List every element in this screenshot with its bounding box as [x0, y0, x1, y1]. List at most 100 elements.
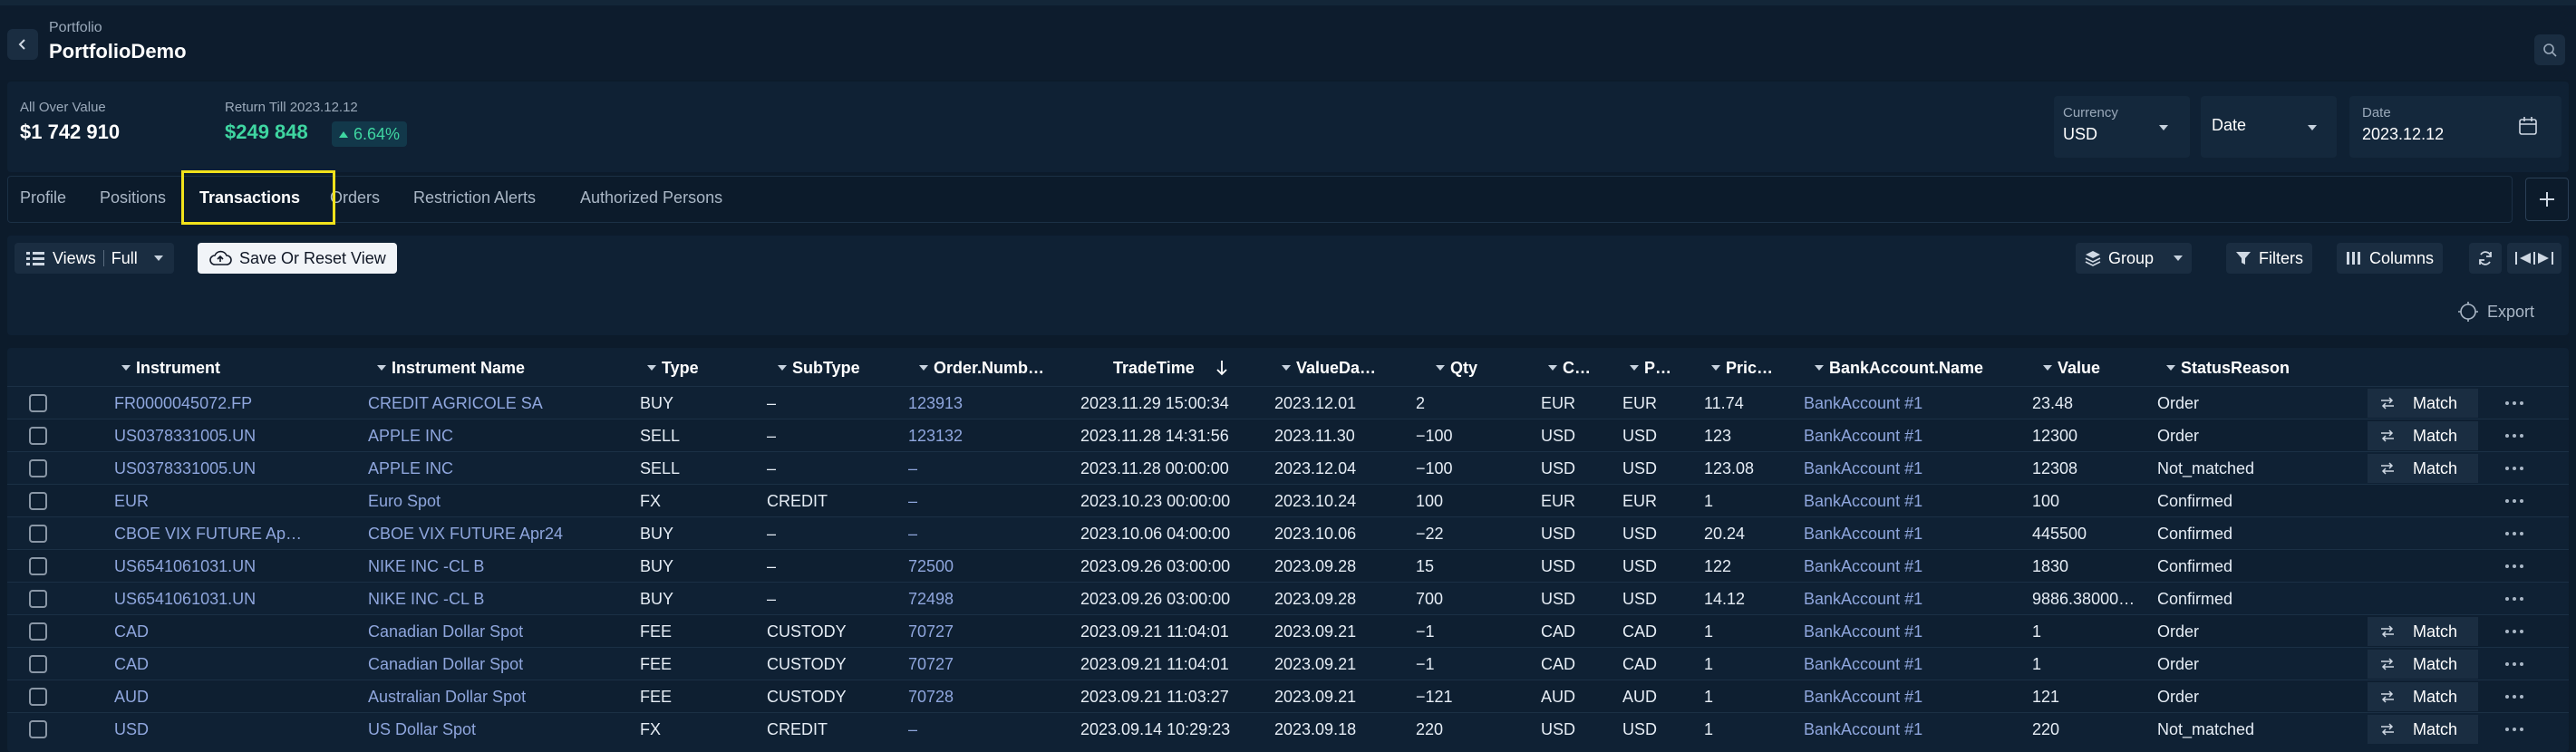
- cell-instrument[interactable]: CAD: [114, 615, 359, 648]
- row-checkbox[interactable]: [29, 525, 47, 543]
- cell-instrument[interactable]: US6541061031.UN: [114, 550, 359, 583]
- row-checkbox[interactable]: [29, 427, 47, 445]
- cell-instrument-name[interactable]: APPLE INC: [368, 452, 631, 485]
- column-header-bank-account[interactable]: BankAccount.Name: [1815, 350, 1983, 386]
- cell-order-number[interactable]: 72498: [908, 583, 1089, 615]
- row-checkbox[interactable]: [29, 557, 47, 575]
- table-row[interactable]: FR0000045072.FP CREDIT AGRICOLE SA BUY – 123…: [7, 386, 2569, 419]
- row-checkbox[interactable]: [29, 590, 47, 608]
- views-dropdown[interactable]: Views Full: [15, 243, 174, 274]
- column-header-status-reason[interactable]: StatusReason: [2166, 350, 2290, 386]
- cell-instrument-name[interactable]: CREDIT AGRICOLE SA: [368, 387, 631, 419]
- more-icon[interactable]: [2505, 583, 2523, 615]
- match-button[interactable]: Match: [2368, 682, 2478, 711]
- table-row[interactable]: US6541061031.UN NIKE INC -CL B BUY –72498 20…: [7, 582, 2569, 614]
- column-header-price[interactable]: Pric…: [1711, 350, 1773, 386]
- cell-instrument-name[interactable]: Euro Spot: [368, 485, 631, 517]
- column-header-price-currency[interactable]: P…: [1630, 350, 1671, 386]
- cell-instrument[interactable]: US0378331005.UN: [114, 419, 359, 452]
- cell-bank-account[interactable]: BankAccount #1: [1804, 452, 2021, 485]
- cell-instrument-name[interactable]: Australian Dollar Spot: [368, 680, 631, 713]
- more-icon[interactable]: [2505, 517, 2523, 550]
- row-checkbox[interactable]: [29, 459, 47, 477]
- columns-button[interactable]: Columns: [2337, 243, 2444, 274]
- cell-instrument-name[interactable]: NIKE INC -CL B: [368, 550, 631, 583]
- cell-bank-account[interactable]: BankAccount #1: [1804, 615, 2021, 648]
- refresh-button[interactable]: [2469, 243, 2502, 274]
- cell-bank-account[interactable]: BankAccount #1: [1804, 517, 2021, 550]
- cell-instrument-name[interactable]: CBOE VIX FUTURE Apr24: [368, 517, 631, 550]
- more-icon[interactable]: [2505, 419, 2523, 452]
- cell-instrument-name[interactable]: APPLE INC: [368, 419, 631, 452]
- export-button[interactable]: Export: [2458, 297, 2534, 326]
- cell-bank-account[interactable]: BankAccount #1: [1804, 419, 2021, 452]
- match-button[interactable]: Match: [2368, 454, 2478, 483]
- row-checkbox[interactable]: [29, 622, 47, 641]
- cell-order-number[interactable]: 70727: [908, 615, 1089, 648]
- table-row[interactable]: US0378331005.UN APPLE INC SELL –123132 2023.…: [7, 419, 2569, 451]
- table-row[interactable]: US0378331005.UN APPLE INC SELL – – 2023.11.28…: [7, 451, 2569, 484]
- table-row[interactable]: CAD Canadian Dollar Spot FEE CUSTODY 70727 20…: [7, 647, 2569, 680]
- cell-instrument[interactable]: AUD: [114, 680, 359, 713]
- cell-bank-account[interactable]: BankAccount #1: [1804, 680, 2021, 713]
- cell-instrument[interactable]: CBOE VIX FUTURE Ap…: [114, 517, 359, 550]
- cell-bank-account[interactable]: BankAccount #1: [1804, 485, 2021, 517]
- cell-instrument[interactable]: US6541061031.UN: [114, 583, 359, 615]
- cell-order-number[interactable]: 72500: [908, 550, 1089, 583]
- more-icon[interactable]: [2505, 387, 2523, 419]
- row-checkbox[interactable]: [29, 655, 47, 673]
- breadcrumb[interactable]: Portfolio: [49, 20, 102, 36]
- table-row[interactable]: CAD Canadian Dollar Spot FEE CUSTODY 70727 20…: [7, 614, 2569, 647]
- tab-profile[interactable]: Profile: [20, 188, 66, 207]
- cell-order-number[interactable]: 123132: [908, 419, 1089, 452]
- table-row[interactable]: AUD Australian Dollar Spot FEE CUSTODY 70728…: [7, 680, 2569, 712]
- column-header-instrument-name[interactable]: Instrument Name: [377, 350, 525, 386]
- tab-positions[interactable]: Positions: [100, 188, 166, 207]
- cell-bank-account[interactable]: BankAccount #1: [1804, 550, 2021, 583]
- add-tab-button[interactable]: [2525, 178, 2569, 221]
- more-icon[interactable]: [2505, 615, 2523, 648]
- more-icon[interactable]: [2505, 550, 2523, 583]
- table-row[interactable]: USD US Dollar Spot FX CREDIT – 2023.09.14 10:…: [7, 712, 2569, 745]
- column-header-instrument[interactable]: Instrument: [121, 350, 220, 386]
- cell-order-number[interactable]: 123913: [908, 387, 1089, 419]
- date-type-select[interactable]: Date: [2201, 96, 2337, 158]
- column-header-value[interactable]: Value: [2043, 350, 2100, 386]
- tab-restriction-alerts[interactable]: Restriction Alerts: [413, 188, 536, 207]
- cell-instrument[interactable]: US0378331005.UN: [114, 452, 359, 485]
- tab-authorized-persons[interactable]: Authorized Persons: [580, 188, 722, 207]
- cell-instrument[interactable]: FR0000045072.FP: [114, 387, 359, 419]
- tab-orders[interactable]: Orders: [330, 188, 380, 207]
- cell-instrument[interactable]: CAD: [114, 648, 359, 680]
- cell-instrument-name[interactable]: Canadian Dollar Spot: [368, 615, 631, 648]
- column-header-value-date[interactable]: ValueDa…: [1282, 350, 1376, 386]
- row-checkbox[interactable]: [29, 492, 47, 510]
- column-header-trade-time[interactable]: TradeTime: [1113, 350, 1227, 386]
- cell-order-number[interactable]: 70727: [908, 648, 1089, 680]
- more-icon[interactable]: [2505, 485, 2523, 517]
- save-reset-view-button[interactable]: Save Or Reset View: [198, 243, 397, 274]
- match-button[interactable]: Match: [2368, 715, 2478, 744]
- cell-instrument-name[interactable]: US Dollar Spot: [368, 713, 631, 746]
- more-icon[interactable]: [2505, 452, 2523, 485]
- row-checkbox[interactable]: [29, 688, 47, 706]
- cell-bank-account[interactable]: BankAccount #1: [1804, 583, 2021, 615]
- more-icon[interactable]: [2505, 713, 2523, 746]
- table-row[interactable]: CBOE VIX FUTURE Ap… CBOE VIX FUTURE Apr24…: [7, 516, 2569, 549]
- currency-select[interactable]: Currency USD: [2054, 96, 2190, 158]
- filters-button[interactable]: Filters: [2226, 243, 2312, 274]
- cell-bank-account[interactable]: BankAccount #1: [1804, 387, 2021, 419]
- cell-instrument-name[interactable]: NIKE INC -CL B: [368, 583, 631, 615]
- column-header-qty[interactable]: Qty: [1436, 350, 1477, 386]
- column-header-subtype[interactable]: SubType: [778, 350, 860, 386]
- row-checkbox[interactable]: [29, 394, 47, 412]
- match-button[interactable]: Match: [2368, 650, 2478, 679]
- back-button[interactable]: [7, 29, 38, 60]
- row-checkbox[interactable]: [29, 720, 47, 738]
- column-header-type[interactable]: Type: [647, 350, 699, 386]
- date-picker[interactable]: Date 2023.12.12: [2349, 96, 2561, 158]
- more-icon[interactable]: [2505, 680, 2523, 713]
- table-row[interactable]: US6541061031.UN NIKE INC -CL B BUY –72500 20…: [7, 549, 2569, 582]
- cell-instrument[interactable]: EUR: [114, 485, 359, 517]
- match-button[interactable]: Match: [2368, 421, 2478, 450]
